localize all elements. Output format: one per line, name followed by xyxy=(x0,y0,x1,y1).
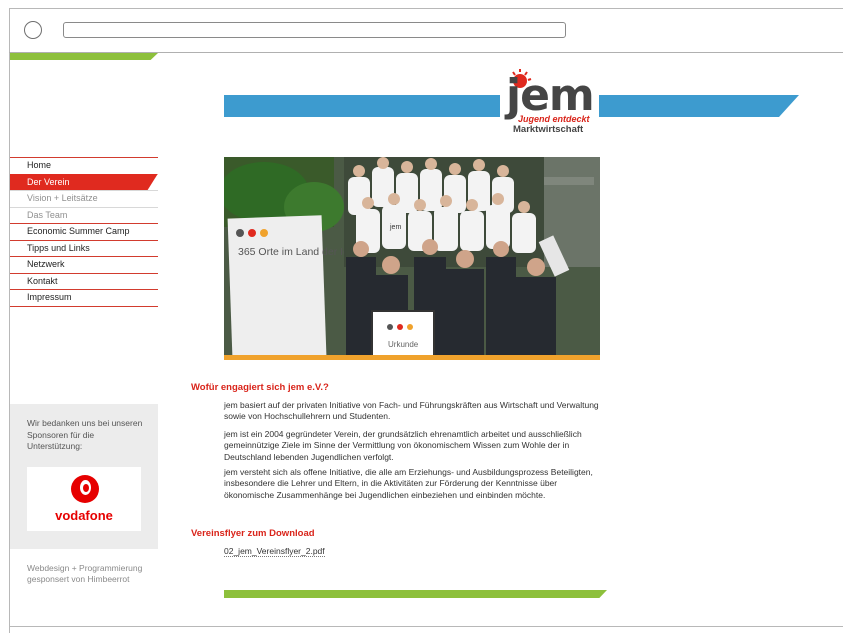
window-frame-top xyxy=(9,8,843,9)
sponsor-box: Wir bedanken uns bei unseren Sponsoren f… xyxy=(10,404,158,549)
nav-item-netzwerk[interactable]: Netzwerk xyxy=(10,256,158,273)
logo-tagline-1: Jugend entdeckt xyxy=(518,114,590,124)
vodafone-wordmark: vodafone xyxy=(55,508,113,523)
nav-item-der-verein[interactable]: Der Verein xyxy=(10,173,158,190)
vodafone-logo[interactable]: vodafone xyxy=(27,467,141,531)
header-blue-band-right xyxy=(599,95,799,117)
main-navigation: Home Der Verein Vision + Leitsätze Das T… xyxy=(10,157,158,307)
group-photo: 365 Orte im Land der Ideen. jem Urkunde xyxy=(224,157,600,357)
window-frame-bottom xyxy=(9,626,843,627)
browser-circle-button[interactable] xyxy=(24,21,42,39)
flyer-download-link[interactable]: 02_jem_Vereinsflyer_2.pdf xyxy=(224,546,325,557)
shirt-text: jem xyxy=(389,224,401,231)
logo-tagline-2: Marktwirtschaft xyxy=(513,124,584,135)
nav-item-tipps-und-links[interactable]: Tipps und Links xyxy=(10,239,158,257)
header-green-stripe xyxy=(10,53,158,60)
nav-bottom-divider xyxy=(10,305,158,307)
jem-logo[interactable]: jem Jugend entdeckt Marktwirtschaft xyxy=(504,66,600,138)
nav-item-home[interactable]: Home xyxy=(10,157,158,174)
certificate-text: Urkunde xyxy=(388,340,419,349)
nav-item-impressum[interactable]: Impressum xyxy=(10,289,158,306)
header-blue-band-left xyxy=(224,95,500,117)
logo-wordmark: jem xyxy=(506,70,595,121)
section-heading-engagement: Wofür engagiert sich jem e.V.? xyxy=(191,382,329,393)
photo-orange-bar xyxy=(224,355,600,360)
nav-item-vision-leitsaetze[interactable]: Vision + Leitsätze xyxy=(10,190,158,207)
browser-toolbar-divider xyxy=(9,52,843,53)
footer-green-stripe xyxy=(224,590,607,598)
credits-text: Webdesign + Programmierung gesponsert vo… xyxy=(27,563,143,584)
group-photo-illustration: 365 Orte im Land der Ideen. jem Urkunde xyxy=(224,157,600,357)
nav-item-economic-summer-camp[interactable]: Economic Summer Camp xyxy=(10,223,158,240)
vodafone-speechmark-icon xyxy=(71,475,99,503)
paragraph-1: jem basiert auf der privaten Initiative … xyxy=(224,400,599,422)
nav-item-das-team[interactable]: Das Team xyxy=(10,206,158,224)
paragraph-2: jem ist ein 2004 gegründeter Verein, der… xyxy=(224,429,582,462)
sponsor-thanks-text: Wir bedanken uns bei unseren Sponsoren f… xyxy=(27,418,143,451)
paragraph-3: jem versteht sich als offene Initiative,… xyxy=(224,467,593,500)
nav-item-kontakt[interactable]: Kontakt xyxy=(10,272,158,290)
section-heading-download: Vereinsflyer zum Download xyxy=(191,528,315,539)
address-bar[interactable] xyxy=(63,22,566,38)
